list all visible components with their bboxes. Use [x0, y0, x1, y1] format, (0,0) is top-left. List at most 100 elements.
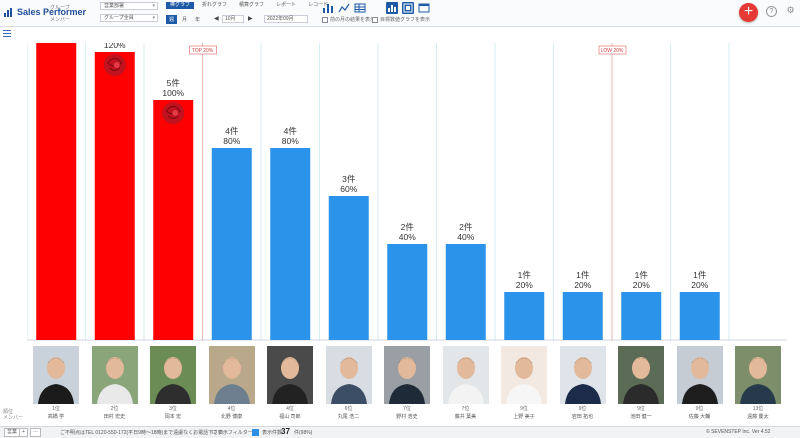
member-name: 福山 司郎	[279, 414, 301, 420]
count-value: 37	[281, 427, 290, 436]
period-value[interactable]: 10月	[222, 15, 244, 23]
rank-label: 9位	[520, 406, 528, 412]
rank-label: 2位	[110, 406, 119, 412]
bar-view-icon[interactable]	[322, 2, 334, 14]
period-year[interactable]: 年	[192, 15, 203, 24]
rank-label: 6位	[344, 406, 353, 412]
line-view-icon[interactable]	[338, 2, 350, 14]
member-photo[interactable]	[33, 346, 80, 404]
menu-icon[interactable]	[3, 30, 11, 37]
low-marker-label: LOW 20%	[601, 48, 624, 54]
bar-count-label: 4件	[284, 126, 298, 136]
member-rank-cell: 3位岡本 宏	[144, 405, 202, 420]
add-button[interactable]: +	[739, 3, 758, 22]
member-name: 野村 浩史	[396, 414, 418, 420]
status-message: ご不明点はTEL 0120-550-172(平日9時〜18時)まで遠慮なくお電話…	[60, 430, 224, 436]
status-bar: 営業 + ⋯ ご不明点はTEL 0120-550-172(平日9時〜18時)まで…	[0, 426, 800, 438]
show-prev-month-checkbox[interactable]: 前の月の結果を表示	[322, 16, 375, 23]
status-add-tab-icon[interactable]: +	[19, 428, 28, 437]
bar-value-label: 80%	[282, 136, 299, 146]
group-select[interactable]: 営業部署	[100, 2, 158, 10]
member-name: 高橋 学	[47, 414, 65, 420]
app-logo[interactable]: Sales Performer	[4, 7, 86, 17]
rank-label: 9位	[637, 406, 645, 412]
member-photo[interactable]	[559, 346, 606, 404]
show-target-checkbox[interactable]: 目標数値グラフを表示	[372, 16, 430, 23]
member-rank-cell: 4位 北野 博康	[203, 405, 261, 420]
person-icon	[325, 346, 372, 404]
settings-icon[interactable]: ⚙	[785, 6, 796, 17]
member-photo[interactable]	[501, 346, 548, 404]
person-icon	[91, 346, 138, 404]
tab-cumulative-graph[interactable]: 積算グラフ	[235, 2, 268, 9]
period-month[interactable]: 月	[179, 15, 190, 24]
member-name: 藤井 葉美	[454, 414, 477, 420]
bar-count-label: 1件	[518, 270, 532, 280]
person-icon	[384, 346, 431, 404]
member-photo[interactable]	[676, 346, 723, 404]
member-photo[interactable]	[208, 346, 255, 404]
person-icon	[208, 346, 255, 404]
prev-period-icon[interactable]: ◀	[214, 15, 219, 22]
member-rank-cell: 6位丸尾 浩二	[320, 405, 378, 420]
chart-bar	[387, 244, 428, 340]
member-photo[interactable]	[618, 346, 665, 404]
bar-value-label: 20%	[691, 280, 708, 290]
expand-icon[interactable]	[402, 2, 414, 14]
chart-bar	[621, 292, 662, 340]
member-name: 岡本 宏	[164, 414, 182, 420]
member-rank-cell: 7位藤井 葉美	[437, 405, 495, 420]
table-view-icon[interactable]	[354, 2, 366, 14]
member-photo[interactable]	[442, 346, 489, 404]
bar-count-label: 4件	[225, 126, 239, 136]
bar-value-label: 20%	[516, 280, 533, 290]
help-icon[interactable]: ?	[766, 6, 777, 17]
checkbox-box[interactable]	[322, 16, 328, 23]
bar-value-label: 40%	[457, 232, 474, 242]
tab-line-graph[interactable]: 折れグラフ	[198, 2, 231, 9]
date-picker[interactable]: 2022年09月	[264, 15, 308, 23]
member-select[interactable]: グループ全員	[100, 14, 158, 22]
chart-bar	[679, 292, 720, 340]
tab-bar-graph[interactable]: 棒グラフ	[166, 2, 195, 9]
member-rank-cell: 1位 高橋 学	[27, 405, 85, 420]
filter-label: 表示フィルター	[217, 430, 253, 436]
member-name: 佐藤 大輔	[688, 414, 711, 420]
member-photo[interactable]	[735, 346, 782, 404]
member-photo[interactable]	[384, 346, 431, 404]
view-tabs: 棒グラフ 折れグラフ 積算グラフ レポート レコード	[166, 2, 332, 9]
bar-value-label: 40%	[399, 232, 416, 242]
member-photo[interactable]	[91, 346, 138, 404]
grid-chart-icon[interactable]	[386, 2, 398, 14]
member-name: 池田 健一	[630, 414, 652, 420]
chart-bar	[562, 292, 603, 340]
bar-chart-icon	[4, 7, 14, 17]
window-icon[interactable]	[418, 2, 430, 14]
chart-bar	[328, 196, 369, 340]
top-marker-label: TOP 20%	[192, 48, 214, 54]
count-color-icon	[252, 429, 259, 436]
member-photo[interactable]	[325, 346, 372, 404]
person-icon	[33, 346, 80, 404]
rank-label: 7位	[461, 406, 470, 412]
checkbox-box[interactable]	[372, 16, 378, 23]
bar-count-label: 1件	[576, 270, 590, 280]
member-photo[interactable]	[267, 346, 314, 404]
chart-bar	[153, 100, 194, 340]
checkbox-label: 前の月の結果を表示	[330, 17, 376, 23]
status-menu-icon[interactable]: ⋯	[30, 428, 41, 437]
tab-report[interactable]: レポート	[272, 2, 300, 9]
member-photo[interactable]	[150, 346, 197, 404]
filter-toggle[interactable]: ☐ 表示フィルター	[212, 429, 253, 436]
chart-bar	[445, 244, 486, 340]
member-label: メンバー	[50, 17, 71, 23]
rank-label: 3位	[169, 406, 177, 412]
next-period-icon[interactable]: ▶	[248, 15, 253, 22]
bar-count-label: 1件	[635, 270, 649, 280]
member-name: 丸尾 浩二	[337, 414, 360, 420]
member-name: 遠藤 慶太	[747, 414, 769, 420]
member-rank-cell: 9位 岩田 拓也	[554, 405, 612, 420]
member-rank-cell: 9位 佐藤 大輔	[671, 405, 729, 420]
period-week[interactable]: 週	[166, 15, 178, 24]
status-tab-sales[interactable]: 営業	[4, 428, 21, 437]
